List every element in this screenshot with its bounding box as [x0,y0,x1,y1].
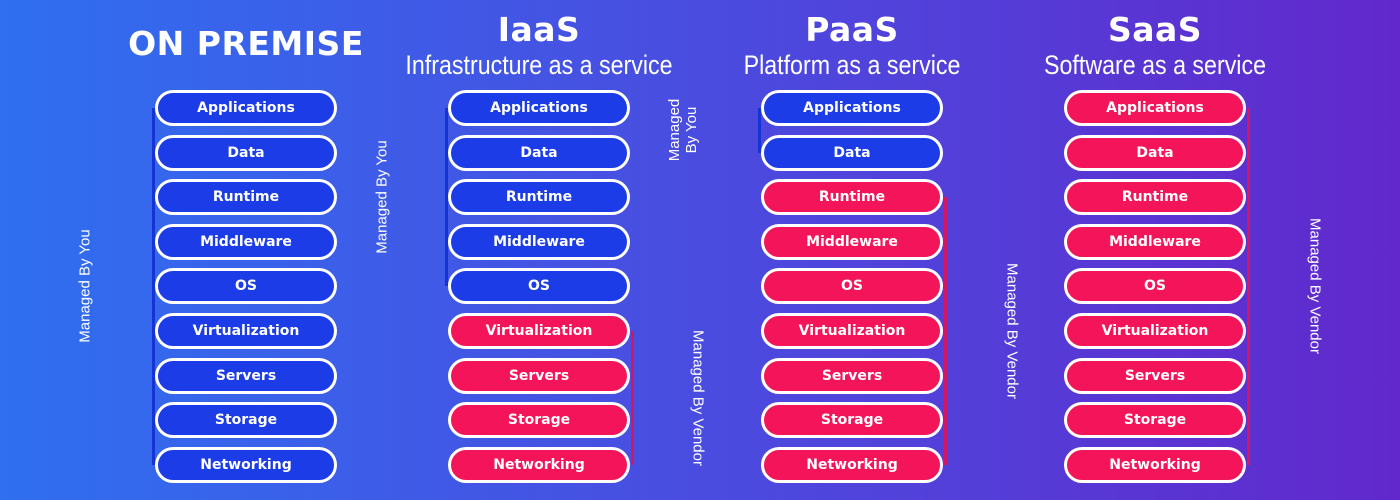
iaas-layer-virtualization: Virtualization [448,313,630,349]
paas-managed-by-vendor-label: Managed By Vendor [1003,263,1021,399]
iaas-subtitle: Infrastructure as a service [384,50,695,81]
saas-layer-os: OS [1064,268,1246,305]
saas-layer-runtime: Runtime [1064,179,1246,216]
on-premise-layer-storage: Storage [155,402,337,439]
on-premise-layer-servers: Servers [155,357,337,394]
paas-subtitle-text: Platform as a service [743,50,961,80]
saas-title: SaaS [1107,10,1203,49]
paas-managed-by-you-bracket [758,108,761,153]
iaas-subtitle-text: Infrastructure as a service [405,50,673,80]
paas-layer-storage: Storage [761,402,943,439]
on-premise-layer-applications: Applications [155,90,337,126]
saas-layer-storage: Storage [1064,402,1246,439]
on-premise-managed-by-you-label: Managed By You [76,229,94,344]
saas-layer-servers: Servers [1064,357,1246,394]
paas-layer-data: Data [761,134,943,171]
paas-layer-middleware: Middleware [761,223,943,260]
on-premise-title: ON PREMISE [128,24,364,63]
on-premise-layer-networking: Networking [155,446,337,483]
on-premise-layer-data: Data [155,134,337,171]
iaas-layer-data: Data [448,134,630,171]
saas-managed-by-vendor-bracket [1247,108,1250,465]
on-premise-managed-by-you-bracket [152,108,155,465]
iaas-managed-by-vendor-bracket [631,331,634,465]
paas-title: PaaS [805,10,899,49]
iaas-layer-storage: Storage [448,402,630,439]
saas-subtitle-text: Software as a service [1044,50,1266,80]
paas-managed-by-vendor-bracket [944,197,947,465]
iaas-layer-os: OS [448,268,630,305]
iaas-layer-servers: Servers [448,357,630,394]
iaas-layer-networking: Networking [448,446,630,483]
iaas-title: IaaS [497,10,581,49]
on-premise-layer-runtime: Runtime [155,179,337,216]
paas-layer-applications: Applications [761,90,943,126]
iaas-layer-applications: Applications [448,90,630,126]
saas-layer-middleware: Middleware [1064,223,1246,260]
iaas-managed-by-vendor-label: Managed By Vendor [689,329,707,466]
iaas-managed-by-you-bracket [445,108,448,287]
iaas-layer-runtime: Runtime [448,179,630,216]
iaas-layer-middleware: Middleware [448,223,630,260]
paas-layer-servers: Servers [761,357,943,394]
paas-subtitle: Platform as a service [726,50,978,81]
on-premise-layer-os: OS [155,268,337,305]
paas-layer-os: OS [761,268,943,305]
saas-subtitle: Software as a service [1026,50,1284,81]
saas-layer-networking: Networking [1064,446,1246,483]
on-premise-layer-middleware: Middleware [155,223,337,260]
iaas-managed-by-you-label: Managed By You [373,140,391,254]
paas-managed-by-you-label: Managed By You [666,99,700,162]
saas-layer-applications: Applications [1064,90,1246,126]
paas-layer-runtime: Runtime [761,179,943,216]
paas-layer-virtualization: Virtualization [761,313,943,349]
saas-managed-by-vendor-label: Managed By Vendor [1306,218,1324,355]
paas-layer-networking: Networking [761,446,943,483]
saas-layer-data: Data [1064,134,1246,171]
saas-layer-virtualization: Virtualization [1064,313,1246,349]
on-premise-layer-virtualization: Virtualization [155,313,337,349]
